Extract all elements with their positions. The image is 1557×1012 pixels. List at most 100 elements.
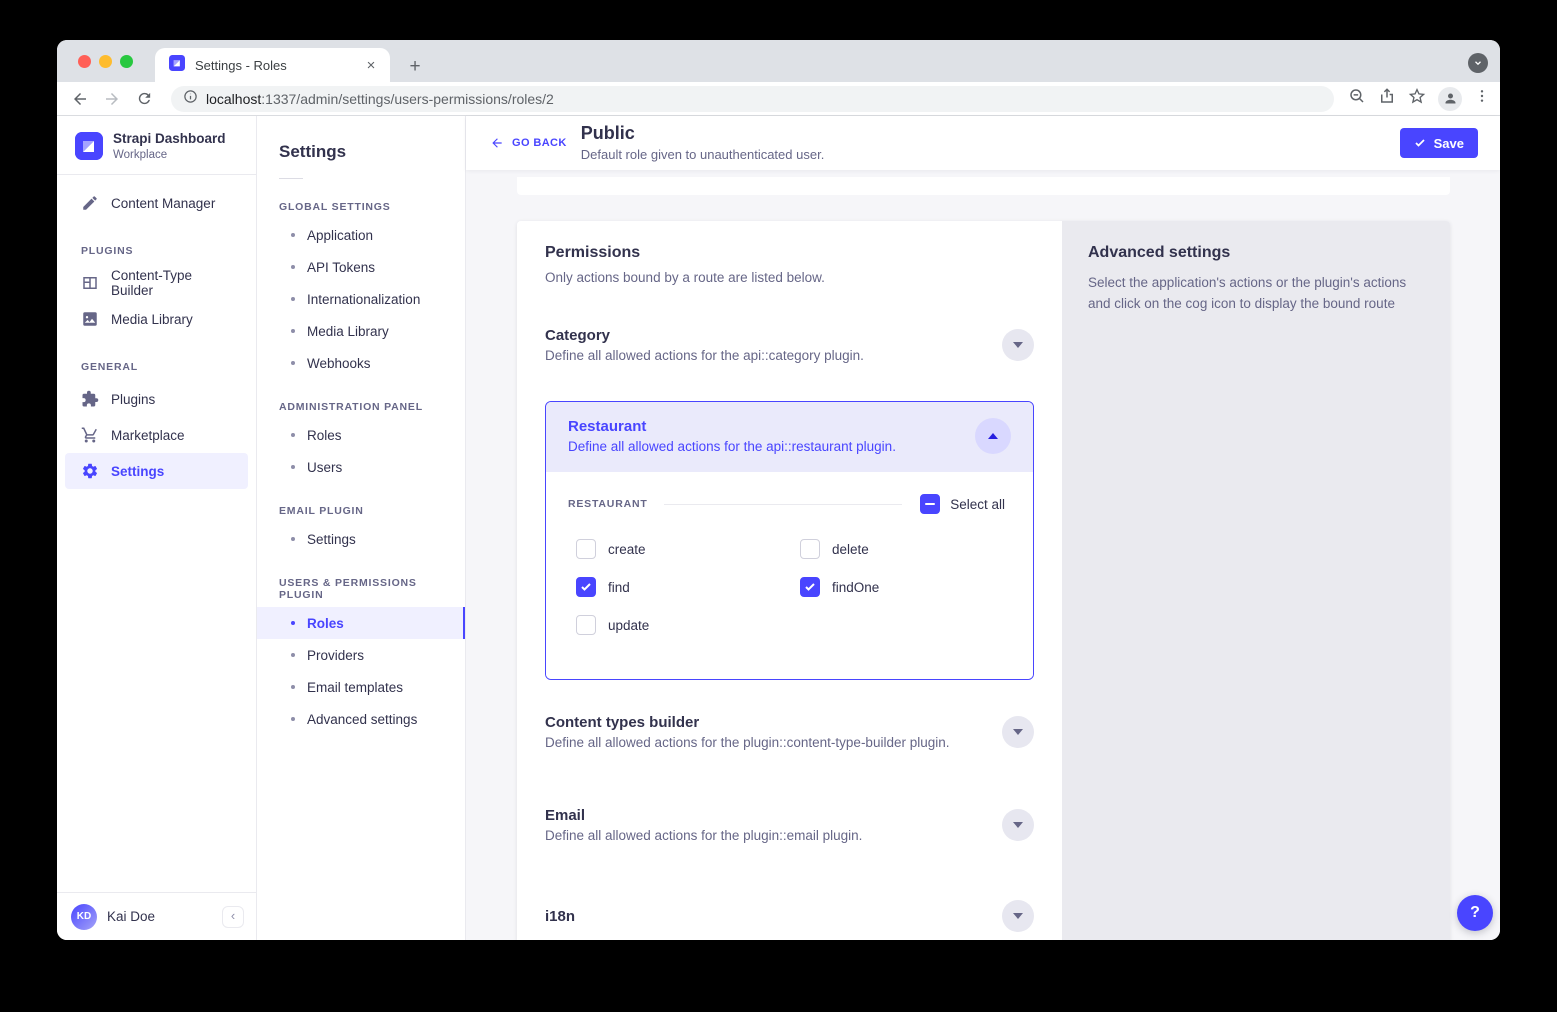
settings-item-providers[interactable]: Providers (257, 639, 465, 671)
browser-toolbar: localhost:1337/admin/settings/users-perm… (57, 82, 1500, 116)
section-description: Define all allowed actions for the api::… (568, 439, 896, 454)
browser-tab[interactable]: Settings - Roles × (155, 48, 390, 82)
select-all-control: Select all (920, 494, 1005, 514)
toolbar-right (1348, 87, 1490, 111)
user-avatar[interactable]: KD (71, 904, 97, 930)
browser-menu-icon[interactable] (1474, 88, 1490, 109)
settings-group-label: EMAIL PLUGIN (257, 505, 465, 517)
sidebar-section-label: GENERAL (65, 361, 248, 373)
sidebar-item-plugins[interactable]: Plugins (65, 381, 248, 417)
settings-item-application[interactable]: Application (257, 219, 465, 251)
findone-checkbox[interactable] (800, 577, 820, 597)
settings-item-advanced-settings[interactable]: Advanced settings (257, 703, 465, 735)
arrow-left-icon (490, 136, 504, 150)
close-window-button[interactable] (78, 55, 91, 68)
settings-item-email-settings[interactable]: Settings (257, 523, 465, 555)
settings-item-webhooks[interactable]: Webhooks (257, 347, 465, 379)
chevron-down-icon (1013, 729, 1023, 735)
share-icon[interactable] (1378, 87, 1396, 110)
settings-item-admin-users[interactable]: Users (257, 451, 465, 483)
permissions-subtitle: Only actions bound by a route are listed… (545, 270, 1034, 285)
section-name: i18n (545, 908, 575, 925)
advanced-settings-description: Select the application's actions or the … (1088, 273, 1418, 315)
collapse-restaurant-button[interactable] (975, 418, 1011, 454)
puzzle-icon (81, 390, 99, 408)
bullet-icon (291, 233, 295, 237)
settings-item-email-templates[interactable]: Email templates (257, 671, 465, 703)
expand-content-types-builder-button[interactable] (1002, 716, 1034, 748)
zoom-window-button[interactable] (120, 55, 133, 68)
action-update: update (576, 615, 800, 635)
bullet-icon (291, 265, 295, 269)
main-content: GO BACK Public Default role given to una… (466, 116, 1500, 940)
sidebar-item-settings[interactable]: Settings (65, 453, 248, 489)
app-name: Strapi Dashboard (113, 131, 226, 147)
settings-item-internationalization[interactable]: Internationalization (257, 283, 465, 315)
pen-icon (81, 194, 99, 212)
settings-item-media-library[interactable]: Media Library (257, 315, 465, 347)
image-icon (81, 310, 99, 328)
tab-close-icon[interactable]: × (362, 56, 380, 74)
restaurant-body: RESTAURANT Select all (546, 472, 1033, 679)
update-checkbox[interactable] (576, 615, 596, 635)
sidebar-section-label: PLUGINS (65, 245, 248, 257)
gear-icon (81, 462, 99, 480)
zoom-out-icon[interactable] (1348, 87, 1366, 110)
forward-icon[interactable] (99, 86, 125, 112)
settings-item-label: Application (307, 228, 373, 243)
action-label: delete (832, 542, 869, 557)
go-back-label: GO BACK (512, 137, 567, 149)
group-label: RESTAURANT (568, 498, 648, 510)
expand-email-button[interactable] (1002, 809, 1034, 841)
sidebar-item-content-type-builder[interactable]: Content-Type Builder (65, 265, 248, 301)
minimize-window-button[interactable] (99, 55, 112, 68)
sidebar-item-label: Content-Type Builder (111, 268, 232, 298)
sidebar-item-content-manager[interactable]: Content Manager (65, 185, 248, 221)
site-info-icon[interactable] (183, 89, 198, 109)
create-checkbox[interactable] (576, 539, 596, 559)
expand-category-button[interactable] (1002, 329, 1034, 361)
permissions-pane: Permissions Only actions bound by a rout… (517, 221, 1062, 940)
expand-i18n-button[interactable] (1002, 900, 1034, 932)
browser-user-avatar[interactable] (1438, 87, 1462, 111)
go-back-link[interactable]: GO BACK (490, 136, 567, 150)
bullet-icon (291, 329, 295, 333)
new-tab-button[interactable]: + (401, 53, 429, 81)
settings-group-label: GLOBAL SETTINGS (257, 201, 465, 213)
collapse-sidebar-button[interactable]: ‹ (222, 906, 244, 928)
settings-item-label: Roles (307, 428, 342, 443)
settings-item-label: Settings (307, 532, 356, 547)
reload-icon[interactable] (131, 86, 157, 112)
sidebar-item-media-library[interactable]: Media Library (65, 301, 248, 337)
back-icon[interactable] (67, 86, 93, 112)
bullet-icon (291, 433, 295, 437)
save-button[interactable]: Save (1400, 128, 1478, 158)
url-bar[interactable]: localhost:1337/admin/settings/users-perm… (171, 86, 1334, 112)
workspace-switcher[interactable]: Strapi Dashboard Workplace (57, 116, 256, 174)
scroll-area[interactable]: Permissions Only actions bound by a rout… (466, 170, 1500, 940)
sidebar-user: KD Kai Doe ‹ (57, 892, 256, 940)
page-title: Public (581, 124, 825, 144)
chevron-down-icon (1013, 822, 1023, 828)
section-name: Restaurant (568, 418, 896, 435)
layout-grid-icon (81, 274, 99, 292)
section-description: Define all allowed actions for the api::… (545, 348, 864, 363)
settings-group-label: ADMINISTRATION PANEL (257, 401, 465, 413)
delete-checkbox[interactable] (800, 539, 820, 559)
help-button[interactable]: ? (1457, 895, 1493, 931)
bullet-icon (291, 621, 295, 625)
settings-item-api-tokens[interactable]: API Tokens (257, 251, 465, 283)
bookmark-star-icon[interactable] (1408, 87, 1426, 110)
settings-item-up-roles[interactable]: Roles (257, 607, 465, 639)
page-subtitle: Default role given to unauthenticated us… (581, 147, 825, 162)
url-text: localhost:1337/admin/settings/users-perm… (206, 91, 554, 107)
action-findone: findOne (800, 577, 1005, 597)
settings-item-admin-roles[interactable]: Roles (257, 419, 465, 451)
cart-icon (81, 426, 99, 444)
browser-profile-chevron-icon[interactable] (1468, 53, 1488, 73)
find-checkbox[interactable] (576, 577, 596, 597)
action-delete: delete (800, 539, 1005, 559)
select-all-checkbox[interactable] (920, 494, 940, 514)
sidebar-item-marketplace[interactable]: Marketplace (65, 417, 248, 453)
check-icon (1414, 137, 1426, 149)
